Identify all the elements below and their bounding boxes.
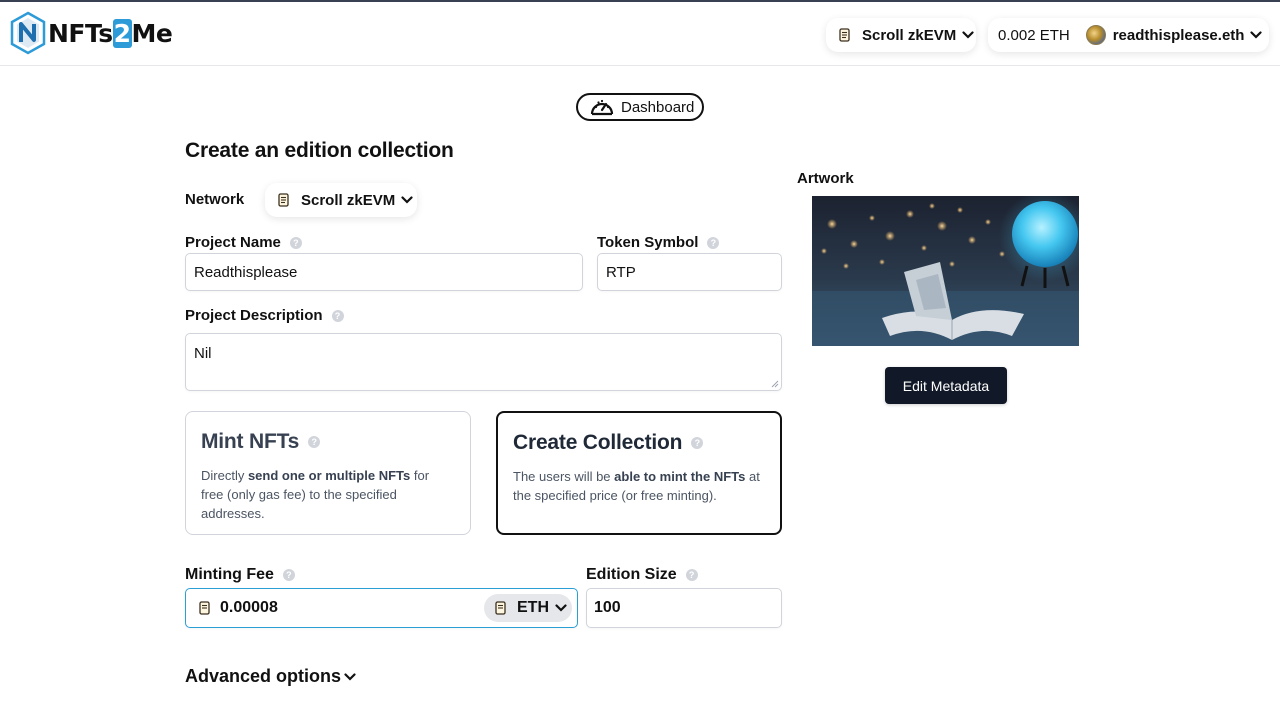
description-value: Nil bbox=[194, 345, 212, 362]
minting-fee-value: 0.00008 bbox=[220, 599, 278, 616]
logo-text: NFTs2Me bbox=[48, 18, 173, 48]
edition-size-input[interactable]: 100 bbox=[586, 588, 782, 628]
chevron-down-icon bbox=[555, 604, 567, 612]
page-title: Create an edition collection bbox=[185, 139, 454, 162]
logo-text-c: Me bbox=[131, 18, 173, 48]
create-collection-title-text: Create Collection bbox=[513, 431, 683, 454]
artwork-image bbox=[812, 196, 1079, 346]
header-network-selector[interactable]: Scroll zkEVM bbox=[826, 18, 976, 52]
logo[interactable]: NFTs2Me bbox=[10, 11, 173, 55]
artwork-label: Artwork bbox=[797, 170, 854, 187]
chevron-down-icon bbox=[1250, 31, 1263, 39]
project-name-input[interactable]: Readthisplease bbox=[185, 253, 583, 291]
scroll-network-icon bbox=[278, 192, 289, 207]
artwork-picture bbox=[812, 196, 1079, 346]
network-selector[interactable]: Scroll zkEVM bbox=[265, 183, 417, 217]
logo-text-a: NFTs bbox=[48, 18, 113, 48]
chevron-down-icon bbox=[344, 672, 356, 681]
mint-nfts-description: Directly send one or multiple NFTs for f… bbox=[201, 466, 455, 523]
minting-fee-label-text: Minting Fee bbox=[185, 566, 274, 583]
wallet-balance: 0.002 ETH bbox=[998, 26, 1070, 44]
advanced-options-label: Advanced options bbox=[185, 666, 342, 686]
currency-label: ETH bbox=[517, 599, 549, 616]
scroll-network-icon bbox=[199, 600, 210, 615]
advanced-options-toggle[interactable]: Advanced options bbox=[185, 666, 356, 687]
avatar bbox=[1085, 25, 1106, 45]
edition-size-value: 100 bbox=[594, 599, 621, 616]
mint-desc-bold: send one or multiple NFTs bbox=[247, 468, 411, 483]
token-symbol-label: Token Symbol ? bbox=[597, 234, 720, 251]
token-symbol-label-text: Token Symbol bbox=[597, 234, 699, 251]
resize-handle-icon[interactable] bbox=[771, 380, 779, 388]
project-name-label-text: Project Name bbox=[185, 234, 281, 251]
scroll-network-icon bbox=[495, 600, 506, 615]
token-symbol-value: RTP bbox=[606, 263, 636, 281]
collection-desc-bold: able to mint the NFTs bbox=[614, 469, 746, 484]
dashboard-label: Dashboard bbox=[621, 98, 695, 116]
help-icon[interactable]: ? bbox=[331, 309, 344, 322]
network-label-text: Network bbox=[185, 191, 245, 208]
help-icon[interactable]: ? bbox=[685, 569, 698, 581]
description-label-text: Project Description bbox=[185, 307, 323, 324]
top-header: NFTs2Me Scroll zkEVM 0.002 ETH readthisp… bbox=[0, 2, 1280, 66]
mint-desc-pre: Directly bbox=[201, 468, 248, 483]
collection-desc-pre: The users will be bbox=[513, 469, 615, 484]
help-icon[interactable]: ? bbox=[691, 437, 704, 449]
edit-metadata-button[interactable]: Edit Metadata bbox=[885, 367, 1007, 404]
create-collection-card[interactable]: Create Collection? The users will be abl… bbox=[496, 411, 782, 535]
project-name-label: Project Name ? bbox=[185, 234, 302, 251]
dashboard-gauge-icon bbox=[590, 99, 614, 116]
help-icon[interactable]: ? bbox=[707, 236, 720, 249]
project-name-value: Readthisplease bbox=[194, 263, 298, 281]
description-label: Project Description ? bbox=[185, 307, 344, 324]
logo-icon bbox=[10, 11, 46, 55]
help-icon[interactable]: ? bbox=[289, 236, 302, 249]
help-icon[interactable]: ? bbox=[308, 436, 321, 448]
create-collection-title: Create Collection? bbox=[513, 431, 765, 455]
mint-nfts-title-text: Mint NFTs bbox=[201, 430, 300, 453]
token-symbol-input[interactable]: RTP bbox=[597, 253, 782, 291]
mint-nfts-card[interactable]: Mint NFTs? Directly send one or multiple… bbox=[185, 411, 471, 535]
edition-size-label-text: Edition Size bbox=[586, 566, 677, 583]
minting-fee-input[interactable]: 0.00008 ETH bbox=[185, 588, 578, 628]
wallet-account-button[interactable]: 0.002 ETH readthisplease.eth bbox=[988, 18, 1269, 52]
account-name: readthisplease.eth bbox=[1112, 26, 1245, 44]
network-value: Scroll zkEVM bbox=[301, 191, 396, 209]
header-network-label: Scroll zkEVM bbox=[862, 26, 957, 44]
chevron-down-icon bbox=[962, 31, 974, 39]
mint-nfts-title: Mint NFTs? bbox=[201, 430, 455, 454]
artwork-label-text: Artwork bbox=[797, 170, 854, 187]
minting-fee-label: Minting Fee ? bbox=[185, 566, 295, 584]
dashboard-button[interactable]: Dashboard bbox=[576, 93, 704, 121]
help-icon[interactable]: ? bbox=[282, 569, 295, 581]
scroll-network-icon bbox=[839, 27, 850, 42]
description-textarea[interactable]: Nil bbox=[185, 333, 782, 391]
edition-size-label: Edition Size ? bbox=[586, 566, 698, 584]
chevron-down-icon bbox=[401, 196, 413, 204]
network-label: Network bbox=[185, 191, 244, 208]
create-collection-description: The users will be able to mint the NFTs … bbox=[513, 467, 765, 505]
currency-selector[interactable]: ETH bbox=[484, 594, 572, 622]
logo-text-b: 2 bbox=[112, 18, 132, 48]
